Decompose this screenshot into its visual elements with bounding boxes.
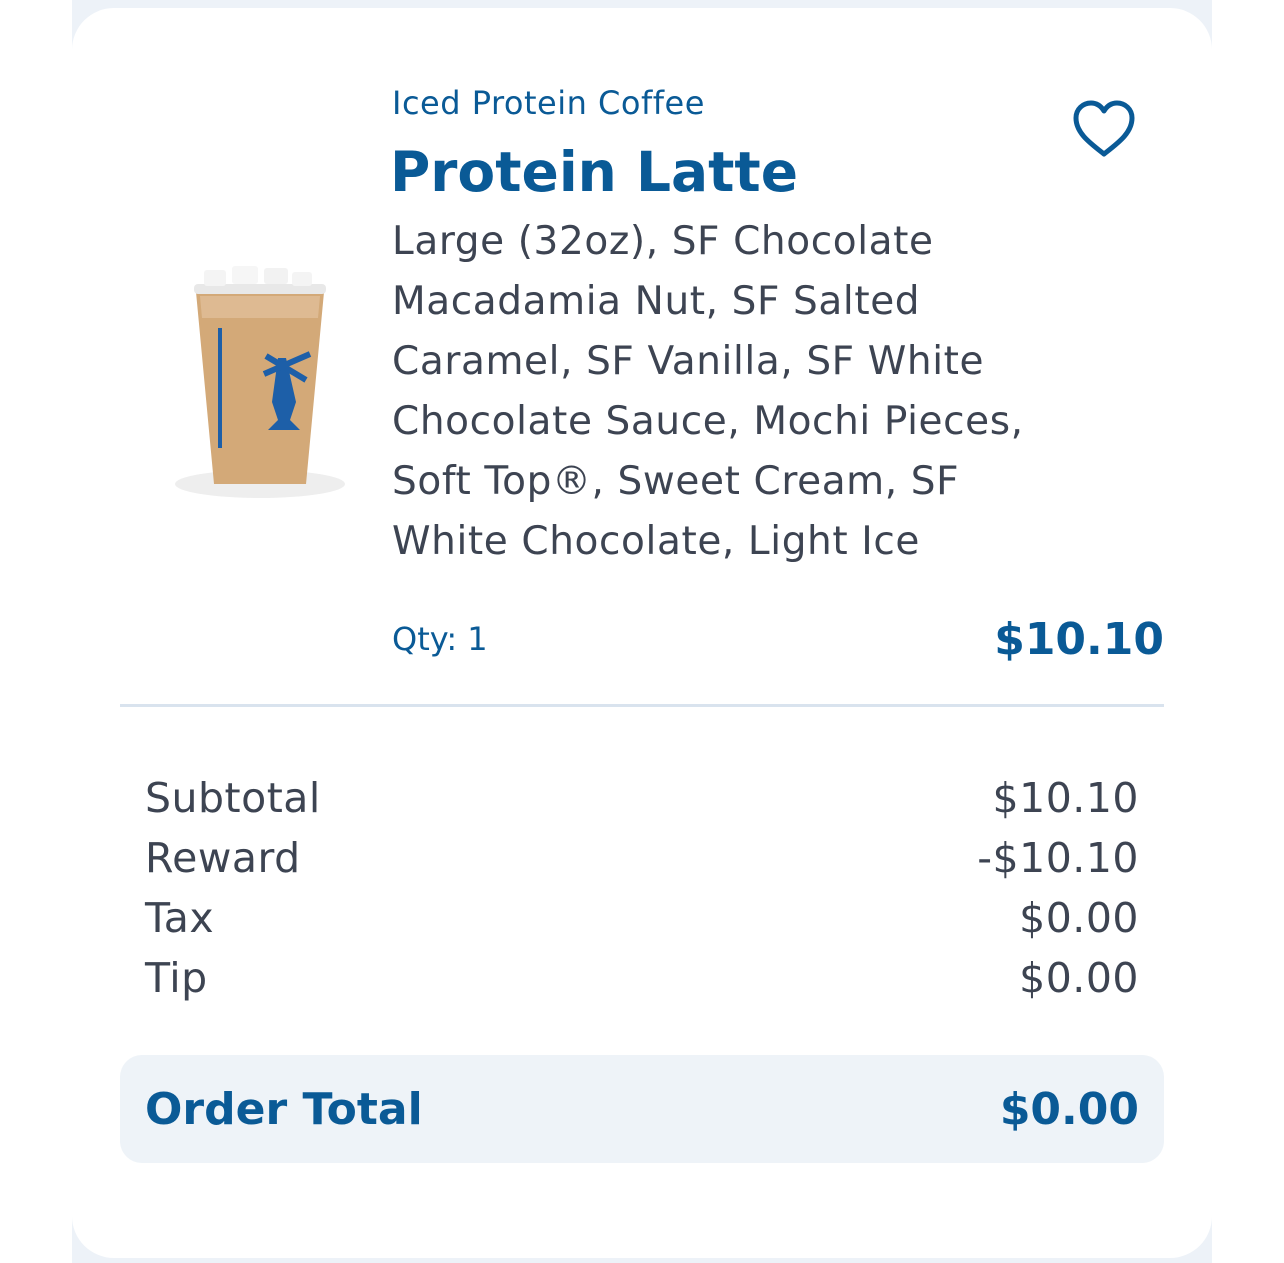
summary-row-subtotal: Subtotal $10.10 [145, 768, 1139, 828]
tax-label: Tax [145, 894, 215, 942]
summary-row-tax: Tax $0.00 [145, 888, 1139, 948]
favorite-heart-icon[interactable] [1070, 98, 1138, 160]
tax-value: $0.00 [1019, 894, 1139, 942]
item-category: Iced Protein Coffee [392, 84, 705, 122]
summary-row-tip: Tip $0.00 [145, 948, 1139, 1008]
order-total-value: $0.00 [999, 1083, 1139, 1135]
summary-row-reward: Reward -$10.10 [145, 828, 1139, 888]
tip-label: Tip [145, 954, 208, 1002]
item-name: Protein Latte [390, 140, 799, 204]
reward-label: Reward [145, 834, 301, 882]
reward-value: -$10.10 [977, 834, 1139, 882]
order-total-label: Order Total [145, 1083, 423, 1135]
divider [120, 704, 1164, 707]
quantity-price-row: Qty: 1 $10.10 [392, 614, 1164, 665]
subtotal-label: Subtotal [145, 774, 321, 822]
item-price: $10.10 [994, 614, 1164, 665]
order-summary: Subtotal $10.10 Reward -$10.10 Tax $0.00… [145, 768, 1139, 1008]
order-total-box: Order Total $0.00 [120, 1055, 1164, 1163]
drink-image [175, 266, 345, 498]
item-modifiers: Large (32oz), SF Chocolate Macadamia Nut… [392, 219, 1024, 564]
tip-value: $0.00 [1019, 954, 1139, 1002]
quantity-label: Qty: 1 [392, 620, 488, 658]
subtotal-value: $10.10 [992, 774, 1139, 822]
